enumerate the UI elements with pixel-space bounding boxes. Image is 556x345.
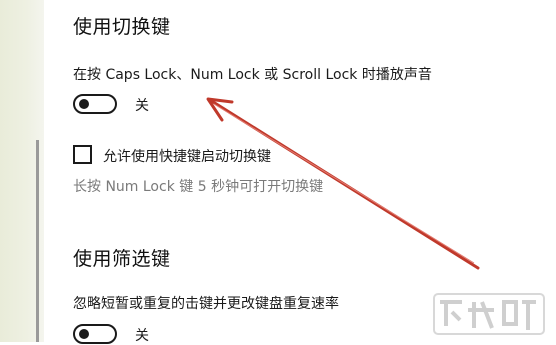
watermark-logo (432, 290, 550, 340)
toggle-keys-hint: 长按 Num Lock 键 5 秒钟可打开切换键 (73, 179, 324, 195)
filter-keys-heading: 使用筛选键 (73, 248, 171, 270)
side-panel (0, 0, 44, 342)
toggle-keys-state: 关 (135, 98, 149, 114)
toggle-keys-switch[interactable] (73, 94, 117, 114)
filter-keys-switch[interactable] (73, 324, 117, 344)
toggle-knob (79, 329, 89, 339)
shortcut-checkbox-label: 允许使用快捷键启动切换键 (103, 149, 271, 165)
filter-keys-description: 忽略短暂或重复的击键并更改键盘重复速率 (73, 296, 339, 312)
shortcut-checkbox[interactable] (73, 145, 92, 164)
toggle-keys-description: 在按 Caps Lock、Num Lock 或 Scroll Lock 时播放声… (73, 67, 432, 83)
scrollbar[interactable] (36, 140, 39, 342)
toggle-knob (79, 99, 89, 109)
filter-keys-state: 关 (135, 328, 149, 344)
toggle-keys-heading: 使用切换键 (73, 16, 171, 38)
